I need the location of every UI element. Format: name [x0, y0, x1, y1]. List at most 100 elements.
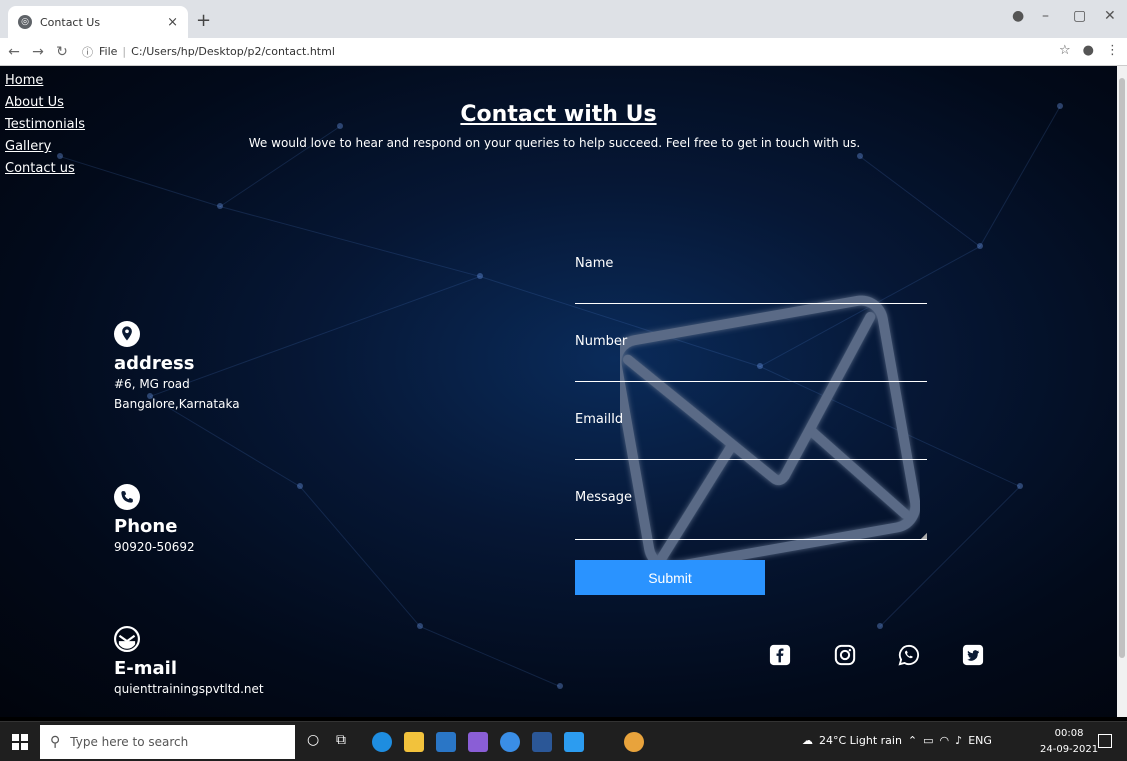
- phone-number: 90920-50692: [114, 540, 195, 554]
- cortana-icon[interactable]: ○: [307, 732, 327, 752]
- contact-form: Name Number EmailId Message ◢: [575, 256, 927, 568]
- clock[interactable]: 00:08 24-09-2021: [1040, 726, 1098, 758]
- phone-icon: [114, 484, 140, 510]
- word-icon[interactable]: [532, 732, 552, 752]
- name-label: Name: [575, 256, 614, 271]
- message-field[interactable]: Message ◢: [575, 490, 927, 568]
- chevron-up-icon[interactable]: ⌃: [908, 734, 917, 747]
- email-block: E-mail quienttrainingspvtltd.net: [114, 626, 264, 699]
- globe-icon: ◎: [18, 15, 32, 29]
- nav-link-contact[interactable]: Contact us: [5, 158, 85, 180]
- volume-icon[interactable]: ♪: [955, 734, 962, 747]
- battery-icon[interactable]: ▭: [923, 734, 933, 747]
- email-underline: [575, 459, 927, 460]
- reload-icon[interactable]: ↻: [52, 44, 72, 60]
- address-bar: ← → ↻ ⓘ File | C:/Users/hp/Desktop/p2/co…: [0, 38, 1127, 66]
- url-prefix: File: [99, 45, 118, 58]
- submit-button[interactable]: Submit: [575, 560, 765, 595]
- email-heading: E-mail: [114, 658, 178, 679]
- network-dot: [297, 483, 303, 489]
- weather-icon: ☁: [802, 734, 813, 747]
- task-view-icon[interactable]: ⧉: [336, 732, 356, 752]
- search-placeholder: Type here to search: [70, 735, 189, 749]
- file-explorer-icon[interactable]: [404, 732, 424, 752]
- email-field[interactable]: EmailId: [575, 412, 927, 490]
- account-icon[interactable]: ●: [1083, 43, 1094, 58]
- browser-tabbar: ◎ Contact Us × + ● – ▢ ✕: [0, 0, 1127, 38]
- network-dot: [557, 683, 563, 689]
- whatsapp-icon[interactable]: [898, 644, 920, 666]
- profile-icon[interactable]: ●: [1012, 8, 1024, 24]
- twitter-icon[interactable]: [962, 644, 984, 666]
- minimize-button[interactable]: –: [1042, 8, 1049, 24]
- tab-close-button[interactable]: ×: [167, 15, 178, 30]
- windows-start-icon[interactable]: [12, 734, 28, 750]
- network-line: [299, 486, 421, 627]
- nav-link-home[interactable]: Home: [5, 70, 85, 92]
- network-line: [979, 106, 1061, 247]
- network-line: [859, 156, 981, 247]
- network-dot: [417, 623, 423, 629]
- instagram-icon[interactable]: [834, 644, 856, 666]
- scroll-thumb[interactable]: [1119, 78, 1125, 658]
- back-icon[interactable]: ←: [4, 44, 24, 60]
- mail-icon: [114, 626, 140, 652]
- windows-taskbar: ⚲ Type here to search ○ ⧉ ☁ 24°C Light r…: [0, 721, 1127, 761]
- message-label: Message: [575, 490, 632, 505]
- edge-icon[interactable]: [372, 732, 392, 752]
- name-underline: [575, 303, 927, 304]
- address-heading: address: [114, 353, 195, 374]
- network-dot: [977, 243, 983, 249]
- network-line: [219, 206, 481, 277]
- email-label: EmailId: [575, 412, 624, 427]
- page-subtitle: We would love to hear and respond on you…: [248, 136, 861, 150]
- clock-date: 24-09-2021: [1040, 744, 1099, 755]
- number-label: Number: [575, 334, 628, 349]
- phone-block: Phone 90920-50692: [114, 484, 195, 557]
- network-dot: [877, 623, 883, 629]
- language-label[interactable]: ENG: [968, 734, 992, 747]
- new-tab-button[interactable]: +: [196, 10, 211, 31]
- notification-icon[interactable]: [1098, 734, 1112, 748]
- network-dot: [477, 273, 483, 279]
- app-icon[interactable]: [500, 732, 520, 752]
- page-title: Contact with Us: [460, 102, 657, 127]
- page-scrollbar[interactable]: [1117, 66, 1127, 717]
- facebook-icon[interactable]: [769, 644, 791, 666]
- clock-time: 00:08: [1054, 728, 1084, 739]
- network-dot: [857, 153, 863, 159]
- address-line-2: Bangalore,Karnataka: [114, 397, 240, 411]
- network-dot: [217, 203, 223, 209]
- number-field[interactable]: Number: [575, 334, 927, 412]
- visual-studio-icon[interactable]: [468, 732, 488, 752]
- wifi-icon[interactable]: ◠: [940, 734, 950, 747]
- search-icon: ⚲: [50, 734, 61, 750]
- weather-text[interactable]: 24°C Light rain: [819, 734, 902, 747]
- browser-tab[interactable]: ◎ Contact Us ×: [8, 6, 188, 38]
- system-tray: ☁ 24°C Light rain ⌃ ▭ ◠ ♪ ENG: [802, 734, 992, 747]
- info-icon[interactable]: ⓘ: [82, 44, 93, 60]
- chrome-icon[interactable]: [624, 732, 644, 752]
- location-pin-icon: [114, 321, 140, 347]
- url-text: C:/Users/hp/Desktop/p2/contact.html: [131, 45, 335, 58]
- tab-title: Contact Us: [40, 15, 101, 29]
- close-window-button[interactable]: ✕: [1104, 8, 1116, 24]
- url-field[interactable]: ⓘ File | C:/Users/hp/Desktop/p2/contact.…: [82, 44, 335, 60]
- menu-icon[interactable]: ⋮: [1106, 43, 1119, 58]
- email-address: quienttrainingspvtltd.net: [114, 682, 264, 696]
- vscode-icon[interactable]: [564, 732, 584, 752]
- address-block: address #6, MG road Bangalore,Karnataka: [114, 321, 240, 414]
- message-underline: [575, 539, 927, 540]
- url-separator: |: [122, 45, 127, 58]
- phone-heading: Phone: [114, 516, 178, 537]
- forward-icon[interactable]: →: [28, 44, 48, 60]
- maximize-button[interactable]: ▢: [1073, 8, 1086, 24]
- name-field[interactable]: Name: [575, 256, 927, 334]
- mail-app-icon[interactable]: [436, 732, 456, 752]
- bookmark-star-icon[interactable]: ☆: [1059, 43, 1071, 58]
- address-line-1: #6, MG road: [114, 377, 190, 391]
- page-viewport: Home About Us Testimonials Gallery Conta…: [0, 66, 1117, 717]
- taskbar-search[interactable]: ⚲ Type here to search: [40, 725, 295, 759]
- network-dot: [1017, 483, 1023, 489]
- network-line: [419, 626, 561, 687]
